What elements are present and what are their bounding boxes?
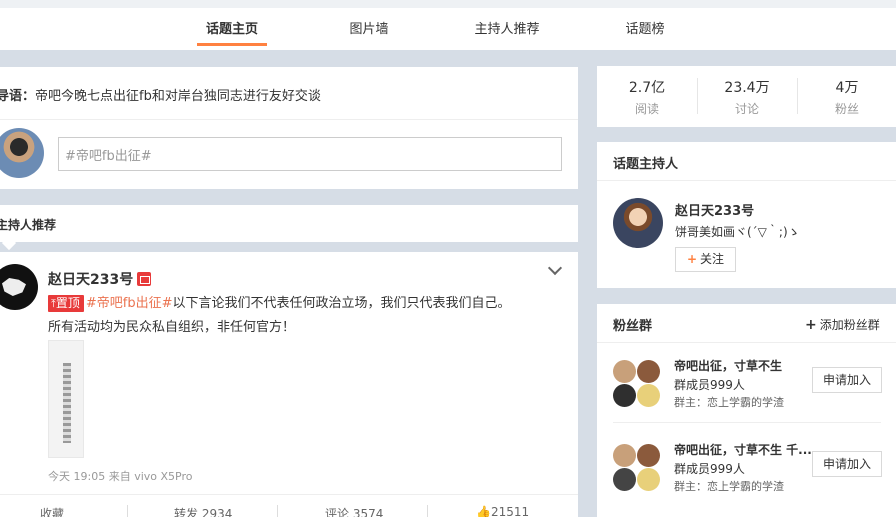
group-member-avatar [613,360,636,383]
tab-photo-wall[interactable]: 图片墙 [340,16,398,46]
host-signature: 饼哥美如画ヾ(´▽｀;)ゝ [675,225,800,239]
tab-host-recommend[interactable]: 主持人推荐 [466,16,548,46]
pin-label: 置顶 [55,296,80,310]
post-image-thumbnail[interactable] [48,340,84,458]
post-author-name[interactable]: 赵日天233号 [48,269,152,289]
plus-icon: + [805,317,817,333]
post-hashtag[interactable]: #帝吧fb出征# [86,296,173,311]
group-avatar-collage [613,360,661,408]
divider [427,505,428,517]
group-name[interactable]: 帝吧出征，寸草不生 [674,357,814,374]
stat-fans-value: 4万 [835,80,859,96]
stat-fans: 4万 粉丝 [797,77,896,117]
group-member-count: 群成员999人 [674,378,745,392]
post-author-avatar[interactable] [0,264,38,310]
add-fan-group-button[interactable]: + 添加粉丝群 [805,316,880,333]
topic-nav-bar: 话题主页 图片墙 主持人推荐 话题榜 [0,0,896,50]
stat-discussions: 23.4万 讨论 [697,77,797,117]
tab-topic-home[interactable]: 话题主页 [197,16,267,46]
group-member-avatar [637,360,660,383]
thumbs-up-icon: 👍 [476,505,491,517]
comment-button[interactable]: 评论 3574 [325,505,383,517]
join-group-button[interactable]: 申请加入 [812,451,882,477]
chevron-down-icon[interactable] [547,260,563,276]
join-group-button[interactable]: 申请加入 [812,367,882,393]
fan-group-item[interactable]: 帝吧出征，寸草不生 千... 群成员999人 群主：恋上学霸的学渣 申请加入 [597,426,896,506]
tab-topic-rank[interactable]: 话题榜 [618,16,672,46]
pinned-badge: ⤒置顶 [48,295,84,312]
group-member-avatar [613,384,636,407]
group-owner: 群主：恋上学霸的学渣 [674,396,784,409]
group-name[interactable]: 帝吧出征，寸草不生 千... [674,441,814,458]
divider [277,505,278,517]
divider [597,180,896,181]
host-recommend-title: 主持人推荐 [0,218,57,232]
fan-groups-card: 粉丝群 + 添加粉丝群 帝吧出征，寸草不生 群成员999人 群主：恋上学霸的学渣 … [597,304,896,517]
follow-label: 关注 [700,252,725,266]
host-recommend-header: 主持人推荐 [0,205,578,242]
divider [127,505,128,517]
guide-prefix: 导语： [0,89,36,104]
stat-reads-value: 2.7亿 [628,80,666,96]
post-action-bar: 收藏 转发 2934 评论 3574 👍21511 [0,494,578,517]
plus-icon: + [686,252,698,266]
member-badge-icon [137,272,152,286]
group-member-avatar [613,468,636,491]
post-text-line1: 以下言论我们不代表任何政治立场，我们只代表我们自己。 [172,296,511,311]
like-count: 21511 [490,505,530,517]
post-meta: 今天 19:05 来自 vivo X5Pro [48,470,193,483]
group-owner: 群主：恋上学霸的学渣 [674,480,784,493]
divider [613,422,881,423]
topic-stats-card: 2.7亿 阅读 23.4万 讨论 4万 粉丝 [597,66,896,127]
add-fan-group-label: 添加粉丝群 [819,318,880,332]
topic-guide: 导语：帝吧今晚七点出征fb和对岸台独同志进行友好交谈 [0,85,321,104]
stat-fans-label: 粉丝 [834,102,859,116]
host-card-title: 话题主持人 [613,157,679,172]
fan-groups-title: 粉丝群 [613,319,653,334]
topic-guide-card: 导语：帝吧今晚七点出征fb和对岸台独同志进行友好交谈 #帝吧fb出征# [0,67,578,189]
follow-button[interactable]: + 关注 [675,247,736,272]
stat-reads: 2.7亿 阅读 [597,77,697,117]
group-member-avatar [637,444,660,467]
fan-group-item[interactable]: 帝吧出征，寸草不生 群成员999人 群主：恋上学霸的学渣 申请加入 [597,342,896,423]
compose-input[interactable]: #帝吧fb出征# [58,137,562,171]
topic-host-card: 话题主持人 赵日天233号 饼哥美如画ヾ(´▽｀;)ゝ + 关注 [597,142,896,288]
post-text-line2: 所有活动均为民众私自组织，非任何官方！ [48,320,296,335]
like-button[interactable]: 👍21511 [476,505,529,517]
group-member-avatar [613,444,636,467]
post-author-label[interactable]: 赵日天233号 [48,272,133,288]
divider [0,119,578,120]
stat-discussions-label: 讨论 [734,102,759,116]
group-member-count: 群成员999人 [674,462,745,476]
host-name[interactable]: 赵日天233号 [675,200,754,219]
post-text: ⤒置顶 #帝吧fb出征#以下言论我们不代表任何政治立场，我们只代表我们自己。 所有… [48,292,568,340]
host-avatar[interactable] [613,198,663,248]
group-member-avatar [637,384,660,407]
guide-text: 帝吧今晚七点出征fb和对岸台独同志进行友好交谈 [35,89,321,104]
my-avatar[interactable] [0,128,44,178]
group-avatar-collage [613,444,661,492]
stat-discussions-value: 23.4万 [724,80,770,96]
feed-post: 赵日天233号 ⤒置顶 #帝吧fb出征#以下言论我们不代表任何政治立场，我们只代表… [0,252,578,517]
stat-reads-label: 阅读 [634,102,659,116]
group-member-avatar [637,468,660,491]
repost-button[interactable]: 转发 2934 [174,505,232,517]
favorite-button[interactable]: 收藏 [40,505,64,517]
